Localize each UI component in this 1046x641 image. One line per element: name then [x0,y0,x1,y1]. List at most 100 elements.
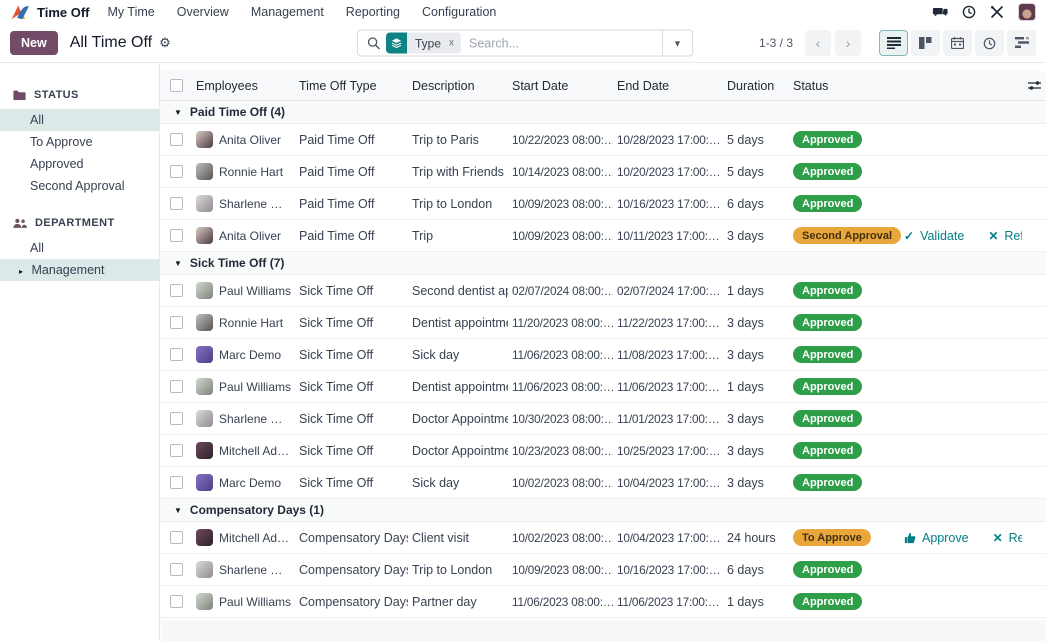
activity-view-button[interactable] [975,30,1004,56]
table-row[interactable]: Mitchell Admin Sick Time Off Doctor Appo… [160,435,1046,467]
table-row[interactable]: Paul Williams Sick Time Off Dentist appo… [160,371,1046,403]
kanban-view-button[interactable] [911,30,940,56]
facet-remove-icon[interactable]: x [447,38,461,49]
select-all-checkbox[interactable] [169,79,183,92]
duration-cell: 24 hours [727,530,776,545]
row-checkbox[interactable] [169,284,183,297]
duration-cell: 5 days [727,164,764,179]
row-checkbox[interactable] [169,133,183,146]
column-header-type[interactable]: Time Off Type [295,79,408,93]
column-header-duration[interactable]: Duration [723,79,789,93]
view-settings-gear-icon[interactable]: ⚙ [159,35,171,51]
start-date-cell: 02/07/2024 08:00:… [512,283,613,298]
table-row[interactable]: Paul Williams Compensatory Days Partner … [160,586,1046,618]
nav-item-overview[interactable]: Overview [177,5,229,19]
search-facet-type[interactable]: Type x [386,32,462,54]
nav-item-configuration[interactable]: Configuration [422,5,496,19]
row-checkbox[interactable] [169,165,183,178]
time-off-type-cell: Paid Time Off [299,196,375,211]
row-checkbox[interactable] [169,197,183,210]
sidebar-item-status-approved[interactable]: Approved [0,153,159,175]
table-body: ▼ Paid Time Off (4) Anita Oliver Paid Ti… [160,101,1046,618]
table-row[interactable]: Sharlene Rhodes Compensatory Days Trip t… [160,554,1046,586]
row-checkbox[interactable] [169,348,183,361]
user-avatar[interactable] [1018,3,1036,21]
row-checkbox[interactable] [169,595,183,608]
sidebar-item-department-all[interactable]: All [0,237,159,259]
sidebar-item-status-second-approval[interactable]: Second Approval [0,175,159,197]
end-date-cell: 11/06/2023 17:00:… [617,594,720,609]
expand-caret-icon[interactable]: ▸ [19,267,23,276]
description-cell: Trip to London [412,196,493,211]
caret-down-icon[interactable]: ▼ [174,108,182,117]
start-date-cell: 10/14/2023 08:00:… [512,164,613,179]
row-checkbox[interactable] [169,412,183,425]
pager-previous-button[interactable]: ‹ [805,30,831,56]
search-input[interactable] [461,36,662,50]
messages-icon[interactable] [932,5,948,19]
start-date-cell: 10/30/2023 08:00:… [512,411,613,426]
sidebar-item-department-management[interactable]: ▸ Management [0,259,159,281]
employee-name: Sharlene Rhodes [219,562,291,577]
list-view-button[interactable] [879,30,908,56]
row-checkbox[interactable] [169,444,183,457]
action-refuse[interactable]: ✕ Refuse [993,531,1022,545]
column-options-icon[interactable] [1027,80,1041,91]
employee-avatar [196,314,213,331]
column-header-employees[interactable]: Employees [192,79,295,93]
row-checkbox[interactable] [169,380,183,393]
sidebar-item-status-to-approve[interactable]: To Approve [0,131,159,153]
tools-icon[interactable] [990,5,1004,19]
table-row[interactable]: Anita Oliver Paid Time Off Trip 10/09/20… [160,220,1046,252]
group-row[interactable]: ▼ Compensatory Days (1) [160,499,1046,522]
calendar-view-icon [951,37,964,49]
row-checkbox[interactable] [169,229,183,242]
column-header-status[interactable]: Status [789,79,895,93]
nav-item-reporting[interactable]: Reporting [346,5,400,19]
table-row[interactable]: Ronnie Hart Paid Time Off Trip with Frie… [160,156,1046,188]
search-bar[interactable]: Type x ▼ [357,29,693,57]
caret-down-icon[interactable]: ▼ [174,506,182,515]
description-cell: Doctor Appointment [412,443,508,458]
action-approve[interactable]: Approve [904,531,969,545]
nav-item-my-time[interactable]: My Time [108,5,155,19]
table-row[interactable]: Paul Williams Sick Time Off Second denti… [160,275,1046,307]
search-dropdown-toggle[interactable]: ▼ [662,30,692,56]
row-checkbox[interactable] [169,316,183,329]
status-badge: Approved [793,131,863,148]
group-row[interactable]: ▼ Paid Time Off (4) [160,101,1046,124]
caret-down-icon[interactable]: ▼ [174,259,182,268]
list-view-icon [886,37,901,49]
group-row[interactable]: ▼ Sick Time Off (7) [160,252,1046,275]
column-header-end-date[interactable]: End Date [613,79,723,93]
activities-clock-icon[interactable] [962,5,976,19]
row-checkbox[interactable] [169,563,183,576]
action-validate[interactable]: ✓ Validate [904,229,964,243]
row-checkbox[interactable] [169,476,183,489]
app-brand[interactable]: Time Off [10,4,90,21]
description-cell: Partner day [412,594,477,609]
calendar-view-button[interactable] [943,30,972,56]
app-name[interactable]: Time Off [37,5,90,20]
row-checkbox[interactable] [169,531,183,544]
pager-next-button[interactable]: › [835,30,861,56]
table-row[interactable]: Ronnie Hart Sick Time Off Dentist appoin… [160,307,1046,339]
column-header-description[interactable]: Description [408,79,508,93]
employee-name: Paul Williams [219,379,291,394]
nav-item-management[interactable]: Management [251,5,324,19]
gantt-view-button[interactable] [1007,30,1036,56]
nav-menu: My Time Overview Management Reporting Co… [108,5,497,19]
sidebar-item-status-all[interactable]: All [0,109,159,131]
table-row[interactable]: Marc Demo Sick Time Off Sick day 11/06/2… [160,339,1046,371]
horizontal-scrollbar[interactable] [161,620,1046,641]
search-icon [367,37,380,50]
status-badge: Approved [793,282,863,299]
table-row[interactable]: Sharlene Rhodes Sick Time Off Doctor App… [160,403,1046,435]
table-row[interactable]: Sharlene Rhodes Paid Time Off Trip to Lo… [160,188,1046,220]
action-refuse[interactable]: ✕ Refuse [988,229,1022,243]
table-row[interactable]: Mitchell Admin Compensatory Days Client … [160,522,1046,554]
new-button[interactable]: New [10,31,58,55]
table-row[interactable]: Marc Demo Sick Time Off Sick day 10/02/2… [160,467,1046,499]
column-header-start-date[interactable]: Start Date [508,79,613,93]
table-row[interactable]: Anita Oliver Paid Time Off Trip to Paris… [160,124,1046,156]
